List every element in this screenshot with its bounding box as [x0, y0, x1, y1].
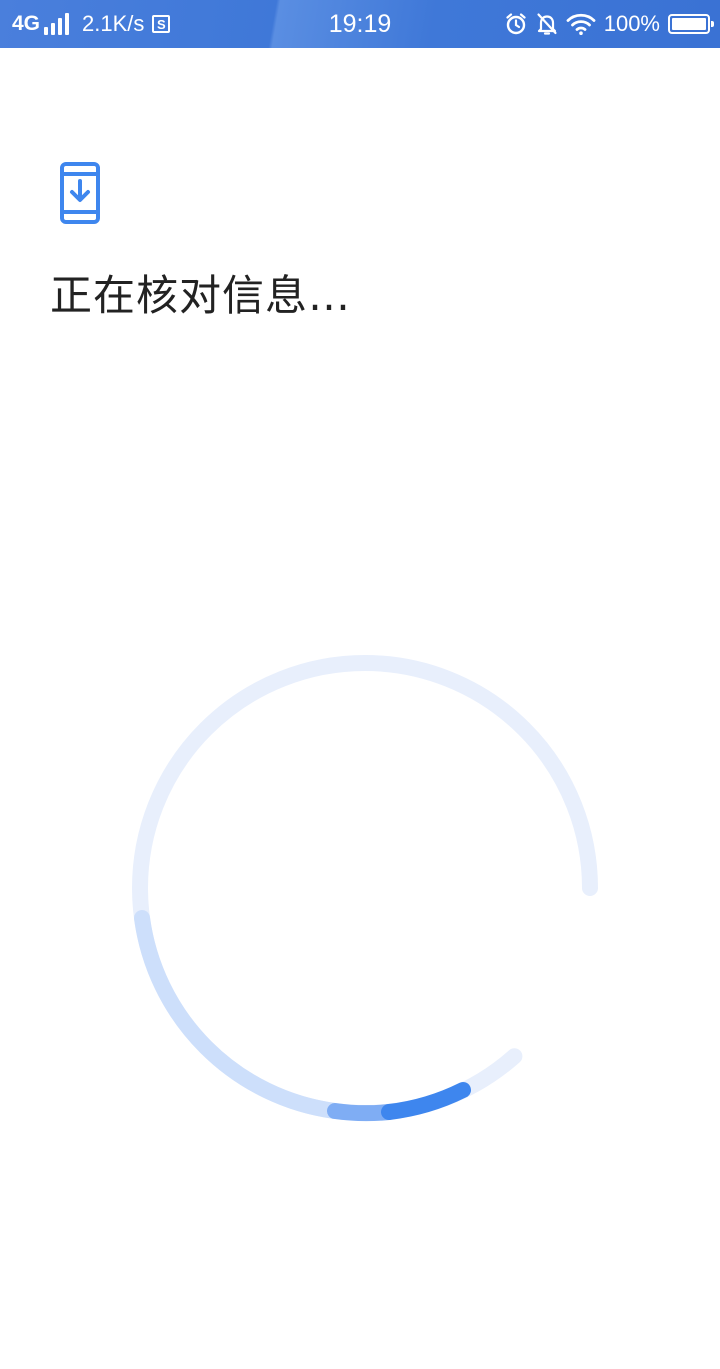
alarm-icon — [504, 12, 528, 36]
battery-icon — [668, 14, 714, 34]
status-bar-right: 100% — [504, 0, 714, 48]
battery-percent: 100% — [603, 11, 660, 36]
status-bar: 4G 2.1K/s S 19:19 100% — [0, 0, 720, 48]
spinner-arc-faint — [134, 910, 343, 1119]
page-title: 正在核对信息… — [50, 271, 352, 320]
wifi-icon — [566, 12, 596, 36]
loading-spinner — [125, 648, 605, 1128]
spinner-arc-mid — [327, 1103, 397, 1122]
mute-icon — [536, 12, 558, 36]
phone-download-icon — [60, 162, 102, 224]
spinner-arc-strong — [381, 1082, 471, 1120]
